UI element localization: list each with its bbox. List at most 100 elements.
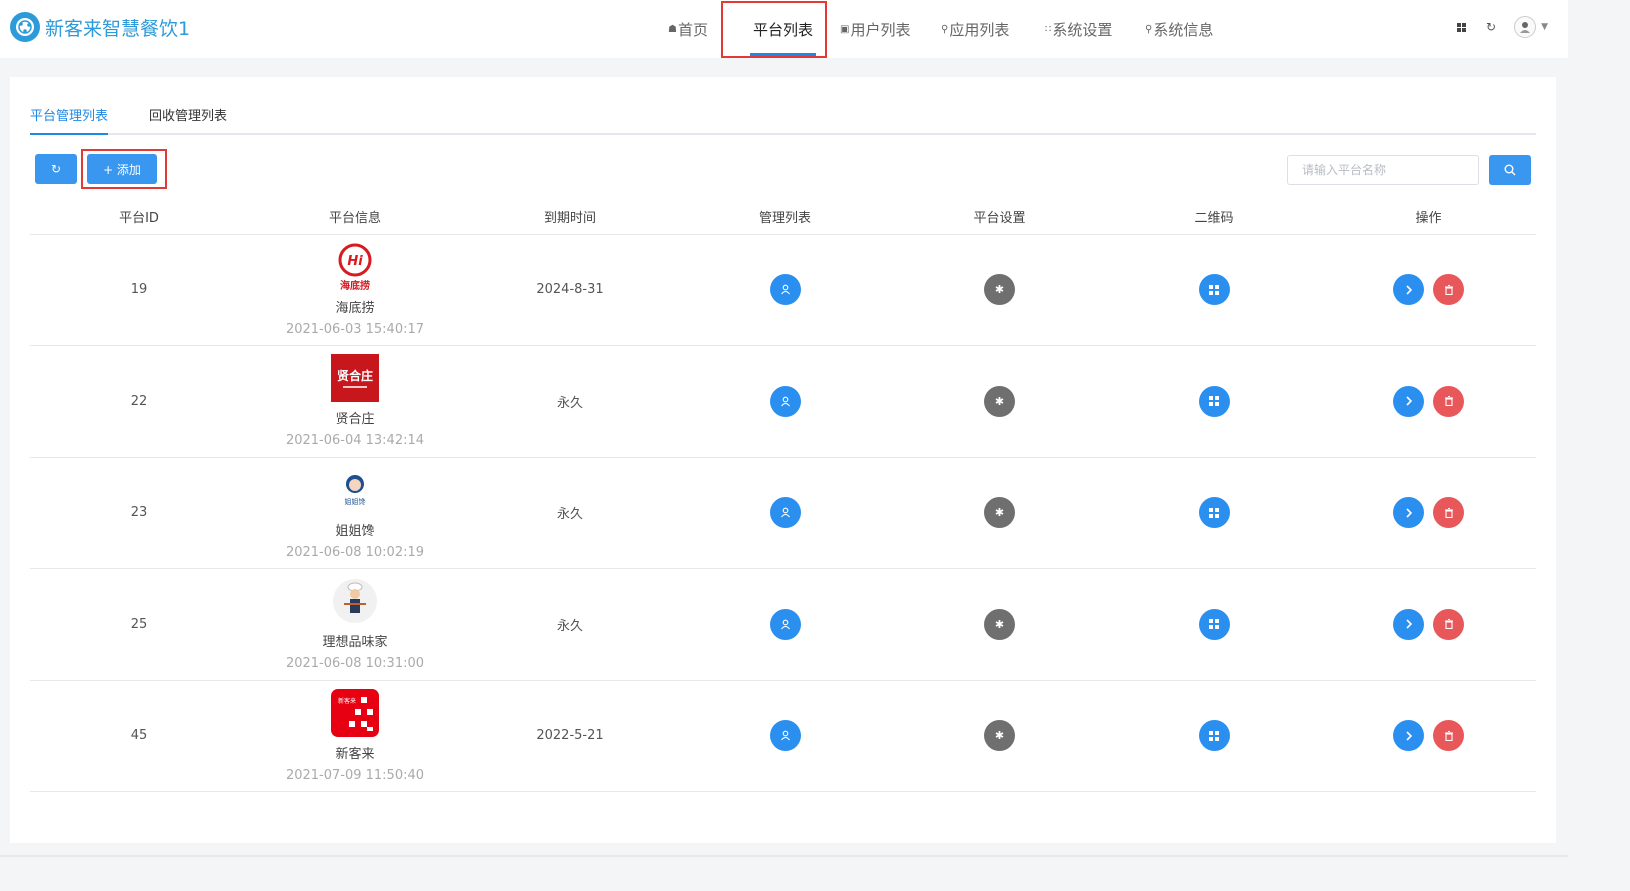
- qrcode-cell: [1107, 568, 1321, 681]
- col-header-qrcode: 二维码: [1107, 200, 1321, 235]
- platform-logo: [331, 577, 379, 625]
- platform-logo: 新客来: [331, 688, 379, 737]
- svg-text:海底捞: 海底捞: [340, 279, 370, 291]
- platform-info-cell: 理想品味家 2021-06-08 10:31:00: [248, 568, 462, 681]
- manage-cell: [678, 457, 892, 569]
- platform-created: 2021-06-04 13:42:14: [285, 433, 425, 449]
- chevron-right-icon[interactable]: [1393, 608, 1424, 640]
- nav-item-home[interactable]: ☗ 首页: [668, 0, 708, 58]
- refresh-button[interactable]: ↻: [35, 154, 77, 184]
- expire-time: 永久: [462, 345, 678, 458]
- qrcode-icon[interactable]: [1198, 385, 1230, 417]
- nav-item-label: 应用列表: [949, 20, 1010, 39]
- search-input[interactable]: [1287, 155, 1479, 185]
- actions-cell: [1321, 345, 1536, 458]
- gear-icon[interactable]: ✱: [984, 497, 1015, 529]
- tab-recycle-management[interactable]: 回收管理列表: [149, 105, 227, 133]
- platform-info-cell: Hi 海底捞 海底捞 2021-06-03 15:40:17: [248, 234, 462, 346]
- actions-cell: [1321, 568, 1536, 681]
- gear-icon[interactable]: ✱: [984, 274, 1015, 306]
- chevron-right-icon[interactable]: [1393, 274, 1424, 306]
- gear-icon[interactable]: ✱: [984, 385, 1015, 417]
- home-icon: ☗: [668, 23, 677, 35]
- nav-item-system-info[interactable]: ⚲ 系统信息: [1145, 0, 1213, 58]
- platform-created: 2021-06-08 10:02:19: [285, 544, 425, 560]
- gear-icon[interactable]: ✱: [984, 720, 1015, 752]
- svg-text:Hi: Hi: [347, 254, 363, 269]
- platform-name: 新客来: [335, 746, 375, 762]
- tab-platform-management[interactable]: 平台管理列表: [30, 105, 109, 135]
- user-icon[interactable]: [769, 274, 801, 306]
- search-icon: ⚲: [1145, 23, 1153, 35]
- trash-icon[interactable]: [1433, 274, 1464, 306]
- trash-icon[interactable]: [1433, 720, 1464, 752]
- col-header-manage: 管理列表: [678, 200, 892, 235]
- col-header-expire: 到期时间: [462, 200, 678, 235]
- qrcode-icon[interactable]: [1198, 497, 1230, 529]
- col-header-actions: 操作: [1321, 200, 1536, 235]
- qrcode-icon[interactable]: [1198, 720, 1230, 752]
- platform-name: 贤合庄: [335, 412, 375, 428]
- table-header-row: 平台ID 平台信息 到期时间 管理列表 平台设置 二维码 操作: [30, 200, 1536, 235]
- chevron-right-icon[interactable]: [1393, 497, 1424, 529]
- qrcode-icon[interactable]: [1198, 608, 1230, 640]
- actions-cell: [1321, 680, 1536, 792]
- nav-item-user-list[interactable]: ▣ 用户列表: [840, 0, 910, 58]
- manage-cell: [678, 345, 892, 458]
- platform-logo: 贤合庄: [331, 354, 379, 403]
- user-icon[interactable]: [769, 385, 801, 417]
- user-icon[interactable]: [769, 608, 801, 640]
- chevron-right-icon[interactable]: [1393, 720, 1424, 752]
- col-header-settings: 平台设置: [892, 200, 1107, 235]
- nav-item-label: 系统设置: [1052, 20, 1113, 39]
- nav-item-platform-list[interactable]: 平台列表: [746, 0, 820, 58]
- qrcode-cell: [1107, 345, 1321, 458]
- actions-cell: [1321, 234, 1536, 346]
- chevron-down-icon[interactable]: ▼: [1541, 22, 1548, 32]
- nav-item-label: 用户列表: [850, 20, 911, 39]
- svg-text:贤合庄: 贤合庄: [337, 368, 373, 383]
- active-indicator: [750, 53, 816, 56]
- nav-item-label: 平台列表: [752, 20, 813, 39]
- user-icon[interactable]: [769, 497, 801, 529]
- qrcode-cell: [1107, 680, 1321, 792]
- qrcode-cell: [1107, 234, 1321, 346]
- settings-cell: ✱: [892, 568, 1107, 681]
- apps-grid-icon[interactable]: [1450, 16, 1472, 38]
- platform-info: 新客来 新客来 2021-07-09 11:50:40: [248, 688, 462, 783]
- platform-name: 理想品味家: [322, 635, 388, 651]
- gear-icon[interactable]: ✱: [984, 608, 1015, 640]
- avatar[interactable]: [1514, 16, 1537, 38]
- chevron-right-icon[interactable]: [1393, 385, 1424, 417]
- actions-cell: [1321, 457, 1536, 569]
- platform-name: 姐姐馋: [335, 523, 375, 539]
- platform-id: 23: [30, 457, 248, 569]
- refresh-icon[interactable]: ↻: [1480, 16, 1502, 38]
- nav-item-label: 首页: [677, 20, 708, 39]
- trash-icon[interactable]: [1433, 385, 1464, 417]
- platform-info: Hi 海底捞 海底捞 2021-06-03 15:40:17: [248, 243, 462, 337]
- table-row: 22 贤合庄 贤合庄 2021-06-04 13:42:14 永久 ✱: [30, 345, 1536, 458]
- user-icon[interactable]: [769, 720, 801, 752]
- platform-info: 贤合庄 贤合庄 2021-06-04 13:42:14: [248, 354, 462, 448]
- expire-time: 2022-5-21: [462, 680, 678, 792]
- qrcode-icon[interactable]: [1198, 274, 1230, 306]
- settings-cell: ✱: [892, 457, 1107, 569]
- add-button[interactable]: + 添加: [87, 154, 157, 184]
- nav-item-system-settings[interactable]: ∷ 系统设置: [1045, 0, 1112, 58]
- manage-cell: [678, 234, 892, 346]
- trash-icon[interactable]: [1433, 608, 1464, 640]
- main-card: 平台管理列表 回收管理列表 ↻ + 添加 平台ID 平台信息 到期时间 管理列表…: [10, 77, 1556, 843]
- expire-time: 2024-8-31: [462, 234, 678, 346]
- col-header-id: 平台ID: [30, 200, 248, 235]
- nav-item-app-list[interactable]: ⚲ 应用列表: [941, 0, 1009, 58]
- page-bottom-border: [0, 855, 1568, 857]
- search-button[interactable]: [1489, 155, 1531, 185]
- table-row: 19 Hi 海底捞 海底捞 2021-06-03 15:40:17 2024-8…: [30, 234, 1536, 346]
- platform-id: 25: [30, 568, 248, 681]
- search-icon: [1504, 164, 1516, 176]
- platform-info: 理想品味家 2021-06-08 10:31:00: [248, 577, 462, 671]
- platform-created: 2021-07-09 11:50:40: [285, 767, 425, 783]
- trash-icon[interactable]: [1433, 497, 1464, 529]
- expire-time: 永久: [462, 568, 678, 681]
